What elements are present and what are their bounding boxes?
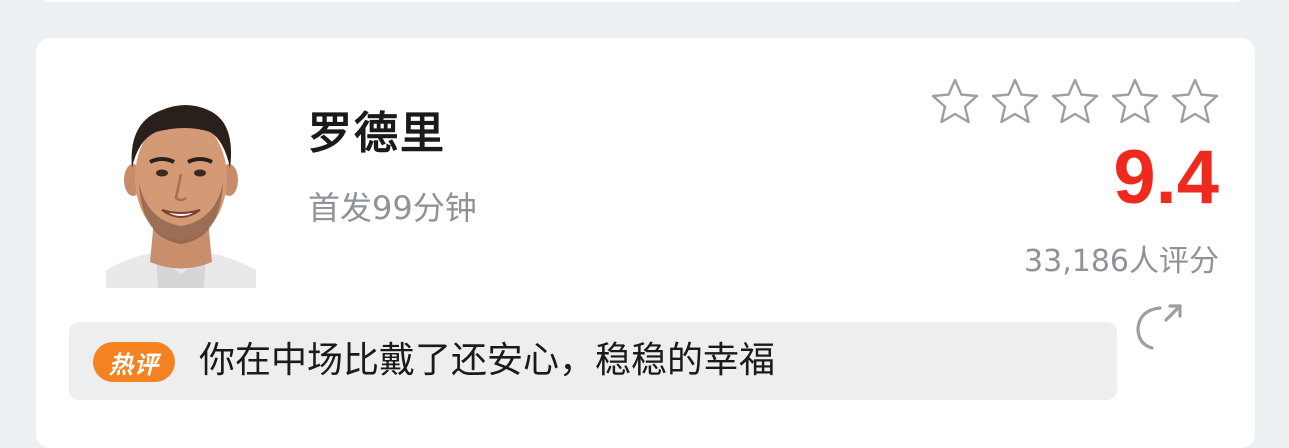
rating-count: 33,186人评分 [1024, 244, 1219, 279]
star-outline-icon[interactable] [1169, 76, 1221, 128]
rating-score: 9.4 [1113, 135, 1219, 220]
hot-comment-bar[interactable]: 热评 你在中场比戴了还安心，稳稳的幸福 [69, 322, 1117, 400]
player-name: 罗德里 [308, 108, 446, 159]
star-outline-icon[interactable] [1109, 76, 1161, 128]
share-arrow-icon[interactable] [1130, 298, 1186, 354]
player-avatar [106, 105, 256, 288]
star-rating[interactable] [929, 76, 1221, 128]
star-outline-icon[interactable] [929, 76, 981, 128]
hot-comment-text: 你在中场比戴了还安心，稳稳的幸福 [199, 340, 776, 381]
previous-card-edge [36, 0, 1248, 2]
play-time-info: 首发99分钟 [308, 189, 477, 227]
player-rating-card[interactable]: 罗德里 首发99分钟 9.4 33,186人评分 热评 你在中场比戴了还安心，稳… [36, 38, 1255, 448]
star-outline-icon[interactable] [1049, 76, 1101, 128]
star-outline-icon[interactable] [989, 76, 1041, 128]
hot-comment-badge: 热评 [93, 342, 175, 382]
